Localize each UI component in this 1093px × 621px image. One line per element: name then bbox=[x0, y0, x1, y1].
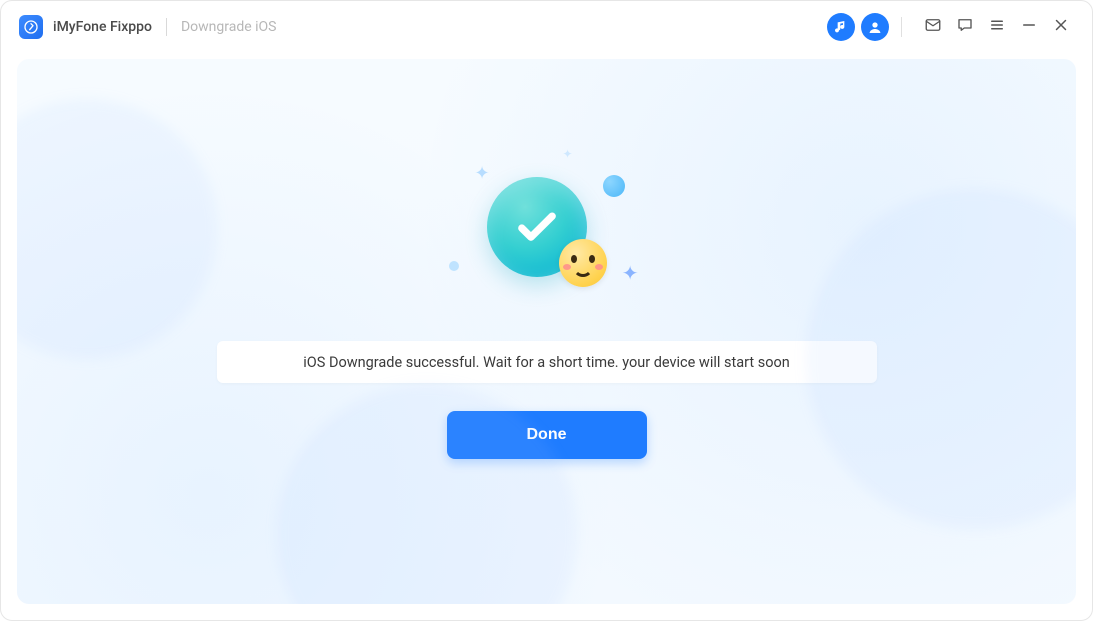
app-title: iMyFone Fixppo bbox=[53, 19, 152, 35]
happy-face-icon bbox=[559, 239, 607, 287]
background-decor bbox=[17, 99, 217, 359]
feedback-button[interactable] bbox=[952, 14, 978, 40]
sparkle-icon: ✦ bbox=[622, 261, 639, 285]
decor-dot bbox=[449, 261, 459, 271]
sparkle-icon: ✦ bbox=[475, 163, 490, 184]
mail-icon bbox=[924, 16, 942, 38]
close-button[interactable] bbox=[1048, 14, 1074, 40]
menu-icon bbox=[988, 16, 1006, 38]
sparkle-icon: ✦ bbox=[563, 147, 573, 161]
app-logo-icon bbox=[19, 15, 43, 39]
menu-button[interactable] bbox=[984, 14, 1010, 40]
title-bar: iMyFone Fixppo Downgrade iOS bbox=[1, 1, 1092, 53]
music-button[interactable] bbox=[827, 13, 855, 41]
mail-button[interactable] bbox=[920, 14, 946, 40]
main-panel: ✦ ✦ ✦ iOS Downgrade successful. Wait for… bbox=[17, 59, 1076, 604]
close-icon bbox=[1052, 16, 1070, 38]
success-illustration: ✦ ✦ ✦ bbox=[457, 169, 637, 309]
titlebar-divider bbox=[901, 17, 902, 37]
title-divider bbox=[166, 18, 167, 36]
decor-dot bbox=[603, 175, 625, 197]
status-message: iOS Downgrade successful. Wait for a sho… bbox=[217, 341, 877, 383]
minimize-icon bbox=[1020, 16, 1038, 38]
account-icon bbox=[867, 19, 883, 35]
chat-icon bbox=[956, 16, 974, 38]
music-note-icon bbox=[833, 19, 849, 35]
account-button[interactable] bbox=[861, 13, 889, 41]
breadcrumb: Downgrade iOS bbox=[181, 19, 277, 35]
titlebar-actions bbox=[821, 13, 1074, 41]
minimize-button[interactable] bbox=[1016, 14, 1042, 40]
app-window: iMyFone Fixppo Downgrade iOS bbox=[0, 0, 1093, 621]
background-decor bbox=[806, 189, 1076, 529]
